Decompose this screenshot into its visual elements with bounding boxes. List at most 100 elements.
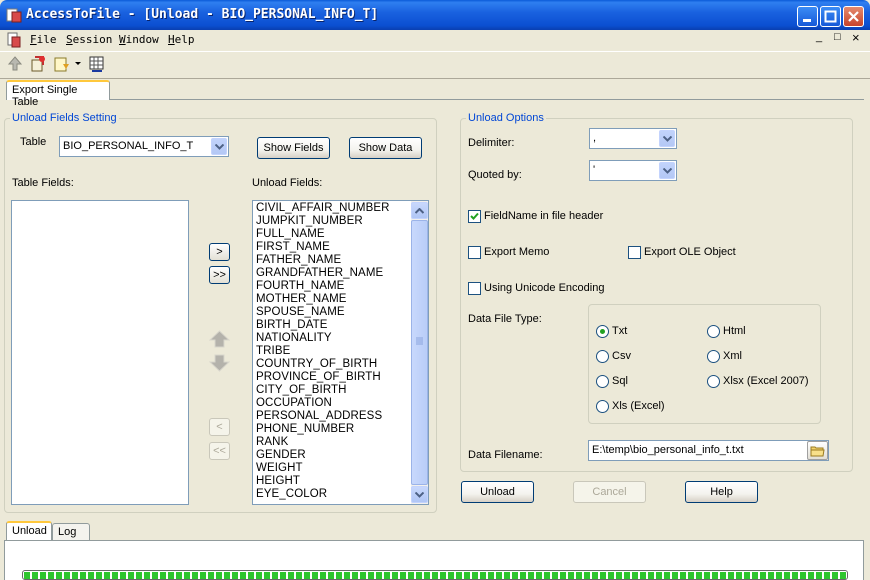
list-item[interactable]: WEIGHT [256,462,303,474]
help-button[interactable]: Help [685,481,758,503]
move-all-left-button[interactable]: << [209,442,230,460]
move-left-button[interactable]: < [209,418,230,436]
minimize-button[interactable] [797,6,818,27]
checkmark-icon [470,212,479,220]
browse-button[interactable] [807,441,828,460]
table-label: Table [20,136,47,148]
export-ole-checkbox[interactable] [628,246,641,259]
list-item[interactable]: CITY_OF_BIRTH [256,384,347,396]
unload-button[interactable]: Unload [461,481,534,503]
list-item[interactable]: RANK [256,436,288,448]
unload-fields-label: Unload Fields: [252,177,323,189]
move-right-button[interactable]: > [209,243,230,261]
list-item[interactable]: FATHER_NAME [256,254,341,266]
data-filename-input[interactable]: E:\temp\bio_personal_info_t.txt [588,440,829,461]
tab-log[interactable]: Log [52,523,90,541]
export-ole-label: Export OLE Object [644,246,736,258]
mdi-restore-button[interactable]: □ [834,31,841,43]
progress-fill [24,572,846,579]
list-item[interactable]: COUNTRY_OF_BIRTH [256,358,377,370]
mdi-minimize-button[interactable]: _ [816,31,822,43]
open-session-icon[interactable] [29,55,47,73]
delimiter-label: Delimiter: [468,137,515,149]
list-item[interactable]: GRANDFATHER_NAME [256,267,383,279]
list-item[interactable]: FIRST_NAME [256,241,330,253]
fieldname-header-checkbox[interactable] [468,210,481,223]
move-up-icon[interactable] [208,330,231,348]
list-item[interactable]: HEIGHT [256,475,300,487]
tab-export-single-table[interactable]: Export Single Table [6,80,110,108]
list-item[interactable]: PERSONAL_ADDRESS [256,410,382,422]
unload-fields-list[interactable]: CIVIL_AFFAIR_NUMBER JUMPKIT_NUMBER FULL_NA… [252,200,429,505]
radio-html[interactable] [707,325,720,338]
move-all-right-button[interactable]: >> [209,266,230,284]
radio-sql[interactable] [596,375,609,388]
export-memo-checkbox[interactable] [468,246,481,259]
maximize-icon [824,10,837,23]
move-down-icon[interactable] [208,354,231,372]
radio-xml[interactable] [707,350,720,363]
show-fields-button[interactable]: Show Fields [257,137,330,159]
list-item[interactable]: EYE_COLOR [256,488,327,500]
quoted-by-value: ' [593,164,596,176]
list-item[interactable]: SPOUSE_NAME [256,306,345,318]
list-item[interactable]: FOURTH_NAME [256,280,344,292]
list-item[interactable]: MOTHER_NAME [256,293,347,305]
unload-fields-scrollbar[interactable] [411,201,428,504]
list-item[interactable]: FULL_NAME [256,228,325,240]
show-data-button[interactable]: Show Data [349,137,422,159]
menu-session[interactable]: Session [66,33,112,46]
tab-label: Export Single Table [12,84,78,108]
quoted-by-dropdown-button[interactable] [659,162,675,179]
new-session-icon[interactable] [53,55,71,73]
radio-txt[interactable] [596,325,609,338]
radio-xml-label: Xml [723,350,742,362]
list-item[interactable]: PHONE_NUMBER [256,423,354,435]
radio-xls[interactable] [596,400,609,413]
table-select[interactable]: BIO_PERSONAL_INFO_T [59,136,229,157]
list-item[interactable]: GENDER [256,449,306,461]
grid-icon[interactable] [88,55,106,73]
tab-unload[interactable]: Unload [6,521,52,541]
list-item[interactable]: JUMPKIT_NUMBER [256,215,363,227]
scroll-down-button[interactable] [411,486,428,503]
chevron-down-icon [663,168,672,174]
radio-selected-dot [600,329,605,334]
progress-bar [22,570,848,580]
fieldname-header-label: FieldName in file header [484,210,604,222]
mdi-close-button[interactable]: × [852,30,860,45]
scroll-up-button[interactable] [411,202,428,219]
menu-bar: File Session Window Help _ □ × [0,30,870,50]
scroll-thumb[interactable] [411,220,428,485]
list-item[interactable]: PROVINCE_OF_BIRTH [256,371,381,383]
title-bar[interactable]: AccessToFile - [Unload - BIO_PERSONAL_IN… [0,0,870,30]
list-item[interactable]: CIVIL_AFFAIR_NUMBER [256,202,390,214]
tab-divider [110,99,864,100]
document-icon[interactable] [6,32,22,48]
delimiter-select[interactable]: , [589,128,677,149]
toolbar [0,51,870,79]
menu-file[interactable]: File [30,33,57,46]
grip-icon [416,337,423,345]
radio-xlsx[interactable] [707,375,720,388]
table-fields-list[interactable] [11,200,189,505]
list-item[interactable]: OCCUPATION [256,397,332,409]
delimiter-dropdown-button[interactable] [659,130,675,147]
table-select-dropdown-button[interactable] [211,138,227,155]
quoted-by-select[interactable]: ' [589,160,677,181]
unicode-checkbox[interactable] [468,282,481,295]
dropdown-arrow-icon[interactable] [74,58,82,66]
menu-window[interactable]: Window [119,33,159,46]
list-item[interactable]: BIRTH_DATE [256,319,328,331]
radio-xls-label: Xls (Excel) [612,400,665,412]
menu-help[interactable]: Help [168,33,195,46]
folder-icon [810,446,825,457]
maximize-button[interactable] [820,6,841,27]
chevron-up-icon [415,208,424,214]
connect-icon[interactable] [7,56,23,72]
radio-csv[interactable] [596,350,609,363]
list-item[interactable]: TRIBE [256,345,290,357]
list-item[interactable]: NATIONALITY [256,332,332,344]
cancel-button[interactable]: Cancel [573,481,646,503]
close-button[interactable] [843,6,864,27]
